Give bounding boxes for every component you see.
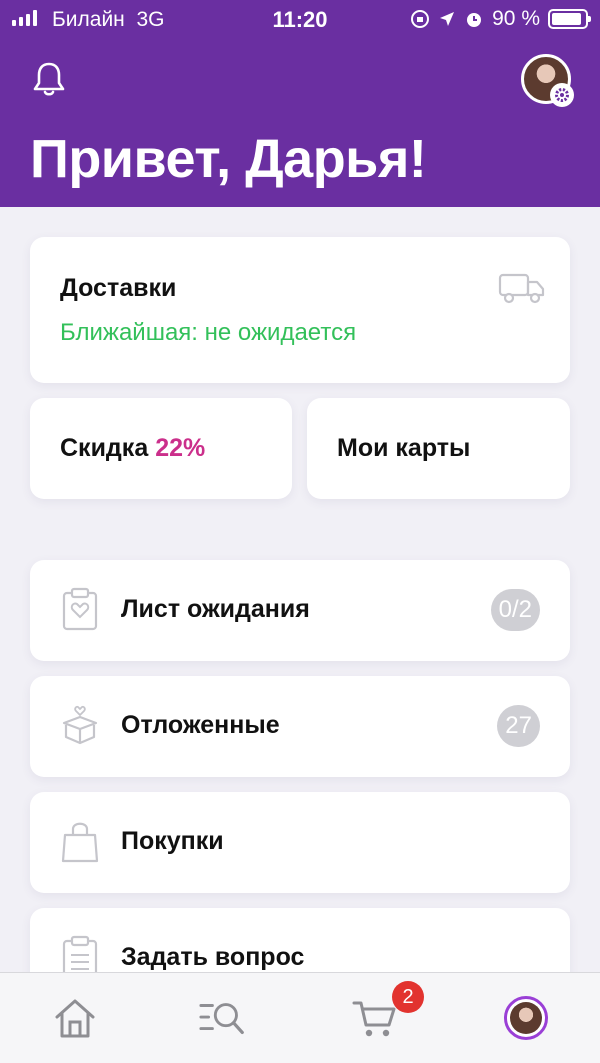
home-icon	[55, 999, 95, 1038]
deliveries-status: Ближайшая: не ожидается	[60, 319, 357, 346]
menu-item-label: Лист ожидания	[121, 595, 310, 623]
truck-icon	[498, 273, 545, 304]
location-arrow-icon	[440, 12, 455, 26]
gear-icon[interactable]	[550, 83, 574, 107]
profile-avatar	[504, 996, 548, 1040]
catalog-search-icon	[199, 1003, 244, 1035]
discount-value: 22%	[155, 434, 206, 462]
cart-icon	[352, 1001, 396, 1037]
greeting-title: Привет, Дарья!	[30, 129, 427, 189]
menu-item-label: Задать вопрос	[121, 943, 305, 971]
bell-icon[interactable]	[28, 58, 70, 100]
battery-icon	[548, 9, 591, 29]
shopping-bag-icon	[61, 822, 99, 863]
cart-count-badge: 2	[392, 981, 424, 1013]
tab-bar: 2	[0, 972, 600, 1063]
tab-home[interactable]	[50, 995, 100, 1041]
battery-percent: 90 %	[492, 7, 540, 30]
header: Привет, Дарья!	[0, 40, 600, 207]
waitlist-count-badge: 0/2	[490, 589, 540, 631]
menu-item-label: Отложенные	[121, 711, 280, 739]
menu-item-waitlist[interactable]: Лист ожидания 0/2	[30, 560, 570, 661]
my-cards-label: Мои карты	[337, 434, 471, 462]
clipboard-heart-icon	[62, 587, 98, 631]
tab-catalog[interactable]	[198, 995, 248, 1041]
deferred-count-badge: 27	[497, 705, 540, 747]
discount-card[interactable]: Скидка 22%	[30, 398, 292, 499]
tab-profile[interactable]	[501, 995, 551, 1041]
alarm-icon	[467, 13, 482, 27]
status-bar: Билайн 3G 11:20 90 %	[0, 0, 600, 40]
deliveries-title: Доставки	[60, 274, 177, 302]
my-cards-card[interactable]: Мои карты	[307, 398, 570, 499]
status-right: 90 %	[410, 7, 591, 31]
orientation-lock-icon	[411, 10, 430, 28]
deliveries-card[interactable]: Доставки Ближайшая: не ожидается	[30, 237, 570, 383]
menu-item-label: Покупки	[121, 827, 224, 855]
menu-item-purchases[interactable]: Покупки	[30, 792, 570, 893]
profile-avatar[interactable]	[521, 54, 574, 107]
menu-item-deferred[interactable]: Отложенные 27	[30, 676, 570, 777]
box-heart-icon	[62, 705, 98, 745]
discount-label: Скидка 22%	[60, 434, 206, 462]
